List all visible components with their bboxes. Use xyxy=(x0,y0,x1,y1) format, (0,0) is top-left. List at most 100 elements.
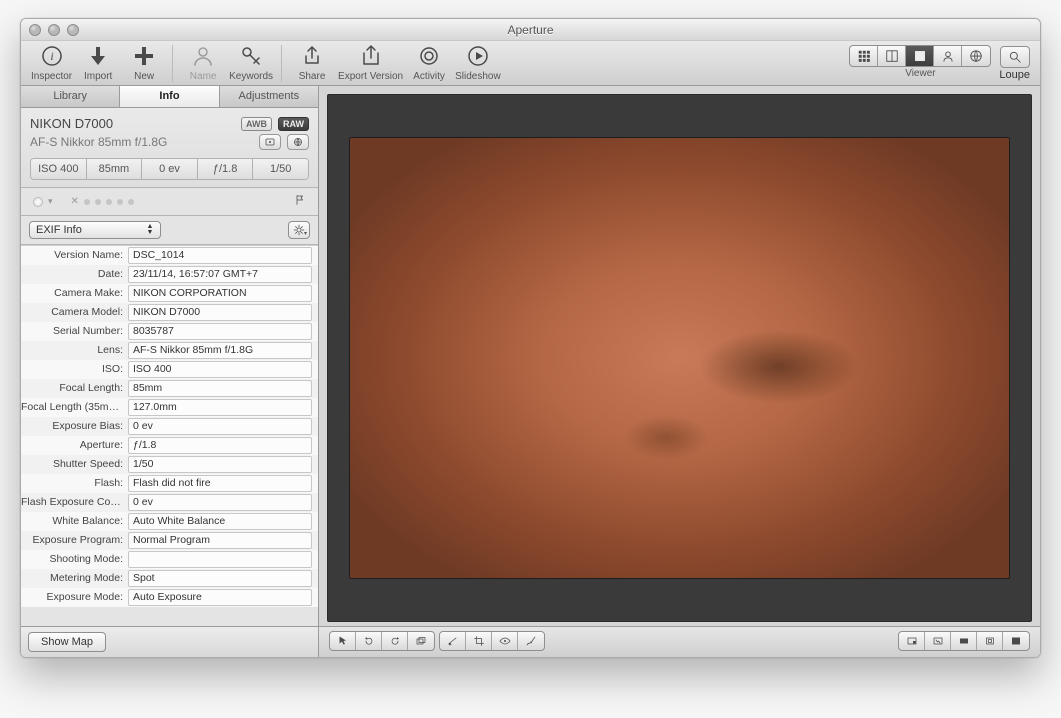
metadata-value[interactable]: Auto Exposure xyxy=(128,589,312,606)
metadata-list[interactable]: Version Name:DSC_1014Date:23/11/14, 16:5… xyxy=(21,245,318,626)
metadata-value[interactable]: 1/50 xyxy=(128,456,312,473)
viewer-mode-segment xyxy=(849,45,991,67)
retouch-button[interactable] xyxy=(518,632,544,650)
metadata-key: Shooting Mode: xyxy=(21,550,128,569)
metadata-key: Exposure Program: xyxy=(21,531,128,550)
metadata-actions-button[interactable]: ▾ xyxy=(288,221,310,239)
metadata-value[interactable] xyxy=(128,551,312,568)
metadata-value[interactable]: ƒ/1.8 xyxy=(128,437,312,454)
rating-star-5[interactable] xyxy=(128,199,134,205)
location-button[interactable] xyxy=(287,134,309,150)
straighten-button[interactable] xyxy=(440,632,466,650)
color-label-disclosure[interactable]: ▾ xyxy=(48,196,53,207)
full-screen-button[interactable] xyxy=(1003,632,1029,650)
metadata-row: Focal Length (35mm):127.0mm xyxy=(21,398,318,417)
slideshow-button[interactable]: Slideshow xyxy=(455,45,501,82)
metadata-value[interactable]: Auto White Balance xyxy=(128,513,312,530)
loupe-icon xyxy=(1008,50,1022,64)
metadata-row: White Balance:Auto White Balance xyxy=(21,512,318,531)
quick-preview-button[interactable] xyxy=(925,632,951,650)
zoom-toggle-button[interactable] xyxy=(977,632,1003,650)
target-icon xyxy=(264,136,276,148)
show-map-button[interactable]: Show Map xyxy=(28,632,106,652)
share-button[interactable]: Share xyxy=(292,45,332,82)
tab-adjustments[interactable]: Adjustments xyxy=(220,86,318,107)
globe-icon xyxy=(292,136,304,148)
metadata-value[interactable]: 127.0mm xyxy=(128,399,312,416)
redeye-button[interactable] xyxy=(492,632,518,650)
metadata-row: Focal Length:85mm xyxy=(21,379,318,398)
clear-rating-button[interactable]: ✕ xyxy=(71,196,79,207)
name-button[interactable]: Name xyxy=(183,45,223,82)
viewer-canvas[interactable] xyxy=(327,94,1032,622)
toolbar-group-left: i Inspector Import New xyxy=(31,45,164,82)
metadata-value[interactable]: NIKON CORPORATION xyxy=(128,285,312,302)
metadata-key: Camera Make: xyxy=(21,284,128,303)
viewer-grid-button[interactable] xyxy=(850,46,878,66)
flag-button[interactable] xyxy=(294,194,306,209)
name-label: Name xyxy=(190,71,217,82)
keywords-button[interactable]: Keywords xyxy=(229,45,273,82)
metadata-value[interactable]: Flash did not fire xyxy=(128,475,312,492)
metadata-value[interactable]: 0 ev xyxy=(128,494,312,511)
metadata-value[interactable]: Normal Program xyxy=(128,532,312,549)
rating-star-1[interactable] xyxy=(84,199,90,205)
lens-name: AF-S Nikkor 85mm f/1.8G xyxy=(30,135,167,149)
metadata-value[interactable]: 8035787 xyxy=(128,323,312,340)
rotate-cw-button[interactable] xyxy=(382,632,408,650)
slideshow-label: Slideshow xyxy=(455,71,501,82)
viewer-single-button[interactable] xyxy=(906,46,934,66)
show-master-button[interactable] xyxy=(951,632,977,650)
rotate-ccw-button[interactable] xyxy=(356,632,382,650)
new-button[interactable]: New xyxy=(124,45,164,82)
share-icon xyxy=(297,45,327,69)
inspector-button[interactable]: i Inspector xyxy=(31,45,72,82)
rating-star-3[interactable] xyxy=(106,199,112,205)
metadata-key: Focal Length (35mm): xyxy=(21,398,128,417)
export-version-button[interactable]: Export Version xyxy=(338,45,403,82)
metadata-value[interactable]: Spot xyxy=(128,570,312,587)
metadata-value[interactable]: DSC_1014 xyxy=(128,247,312,264)
zoom-window-button[interactable] xyxy=(67,24,79,36)
tab-info[interactable]: Info xyxy=(120,86,219,107)
metadata-value[interactable]: AF-S Nikkor 85mm f/1.8G xyxy=(128,342,312,359)
metadata-key: Flash: xyxy=(21,474,128,493)
activity-label: Activity xyxy=(413,71,445,82)
color-label-picker[interactable] xyxy=(33,197,43,207)
metadata-value[interactable]: 85mm xyxy=(128,380,312,397)
rating-star-4[interactable] xyxy=(117,199,123,205)
tool-strip-left xyxy=(329,631,435,651)
crop-icon xyxy=(473,635,485,647)
sidebar: Library Info Adjustments NIKON D7000 AWB… xyxy=(21,86,319,657)
toolbar-group-share: Share Export Version Activity Slideshow xyxy=(281,45,501,82)
select-tool-button[interactable] xyxy=(330,632,356,650)
import-button[interactable]: Import xyxy=(78,45,118,82)
activity-button[interactable]: Activity xyxy=(409,45,449,82)
rating-star-2[interactable] xyxy=(95,199,101,205)
primary-only-button[interactable] xyxy=(899,632,925,650)
tab-library[interactable]: Library xyxy=(21,86,120,107)
minimize-window-button[interactable] xyxy=(48,24,60,36)
close-window-button[interactable] xyxy=(29,24,41,36)
main-toolbar: i Inspector Import New xyxy=(21,41,1040,86)
import-label: Import xyxy=(84,71,112,82)
metadata-value[interactable]: NIKON D7000 xyxy=(128,304,312,321)
viewer-places-button[interactable] xyxy=(962,46,990,66)
stack-button[interactable] xyxy=(408,632,434,650)
select-stepper-icon: ▲▼ xyxy=(143,222,157,238)
metadata-preset-select[interactable]: EXIF Info ▲▼ xyxy=(29,221,161,239)
af-point-button[interactable] xyxy=(259,134,281,150)
crop-button[interactable] xyxy=(466,632,492,650)
app-window: Aperture i Inspector Import New xyxy=(20,18,1041,658)
metadata-value[interactable]: ISO 400 xyxy=(128,361,312,378)
app-body: Library Info Adjustments NIKON D7000 AWB… xyxy=(21,86,1040,657)
loupe-button[interactable] xyxy=(1000,46,1030,68)
viewer-split-button[interactable] xyxy=(878,46,906,66)
title-bar: Aperture xyxy=(21,19,1040,41)
param-iso: ISO 400 xyxy=(31,159,87,179)
metadata-value[interactable]: 23/11/14, 16:57:07 GMT+7 xyxy=(128,266,312,283)
metadata-row: Metering Mode:Spot xyxy=(21,569,318,588)
viewer-faces-button[interactable] xyxy=(934,46,962,66)
metadata-value[interactable]: 0 ev xyxy=(128,418,312,435)
sidebar-footer: Show Map xyxy=(21,626,318,657)
